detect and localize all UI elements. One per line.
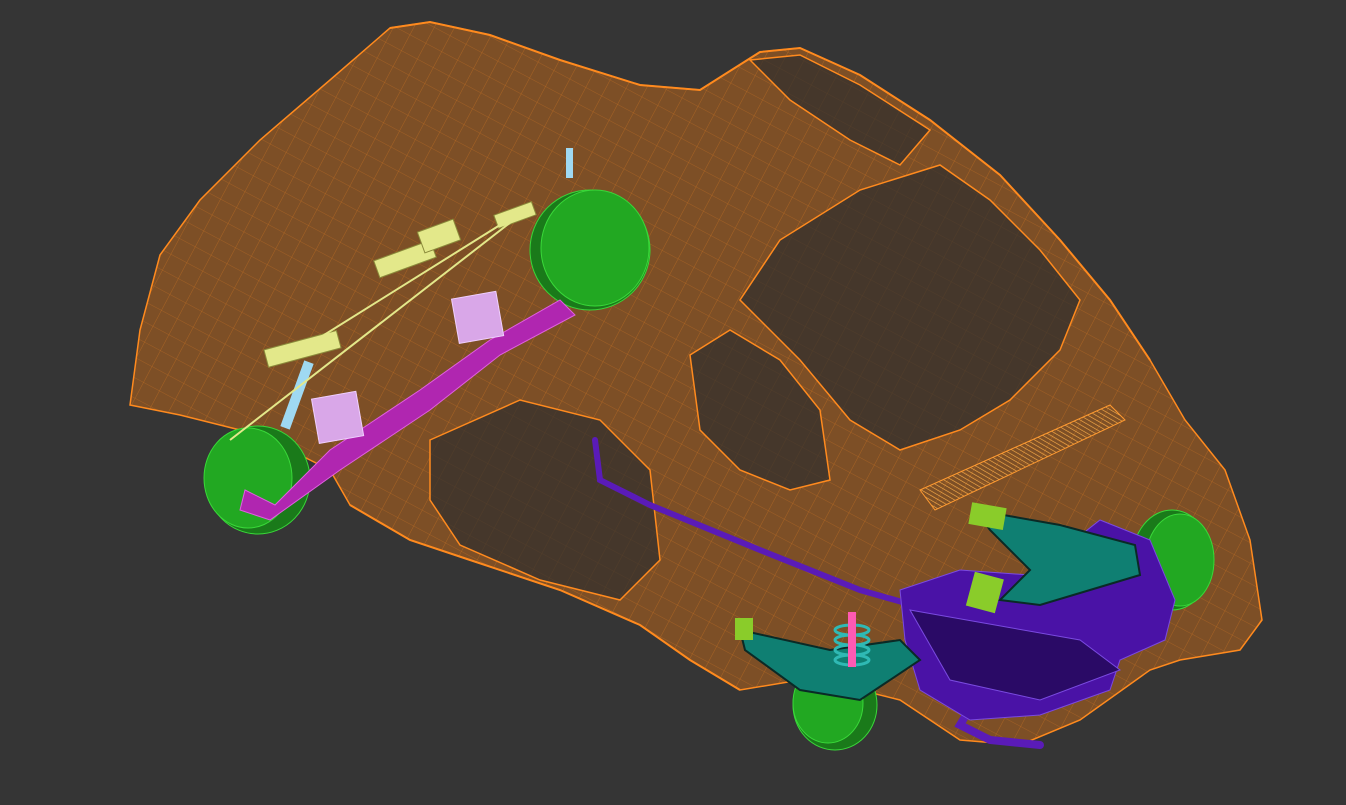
spring-clamp-outer[interactable] — [310, 390, 365, 445]
spring-clamp-inner[interactable] — [450, 290, 505, 345]
coil-spring-damper — [848, 612, 856, 667]
front-damper-right[interactable] — [566, 148, 573, 178]
front-right-wheel[interactable] — [529, 189, 651, 311]
3d-viewport[interactable] — [0, 0, 1346, 805]
front-left-wheel[interactable] — [203, 425, 311, 535]
mount-bracket-left[interactable] — [735, 618, 753, 640]
car-chassis-model[interactable] — [0, 0, 1346, 805]
